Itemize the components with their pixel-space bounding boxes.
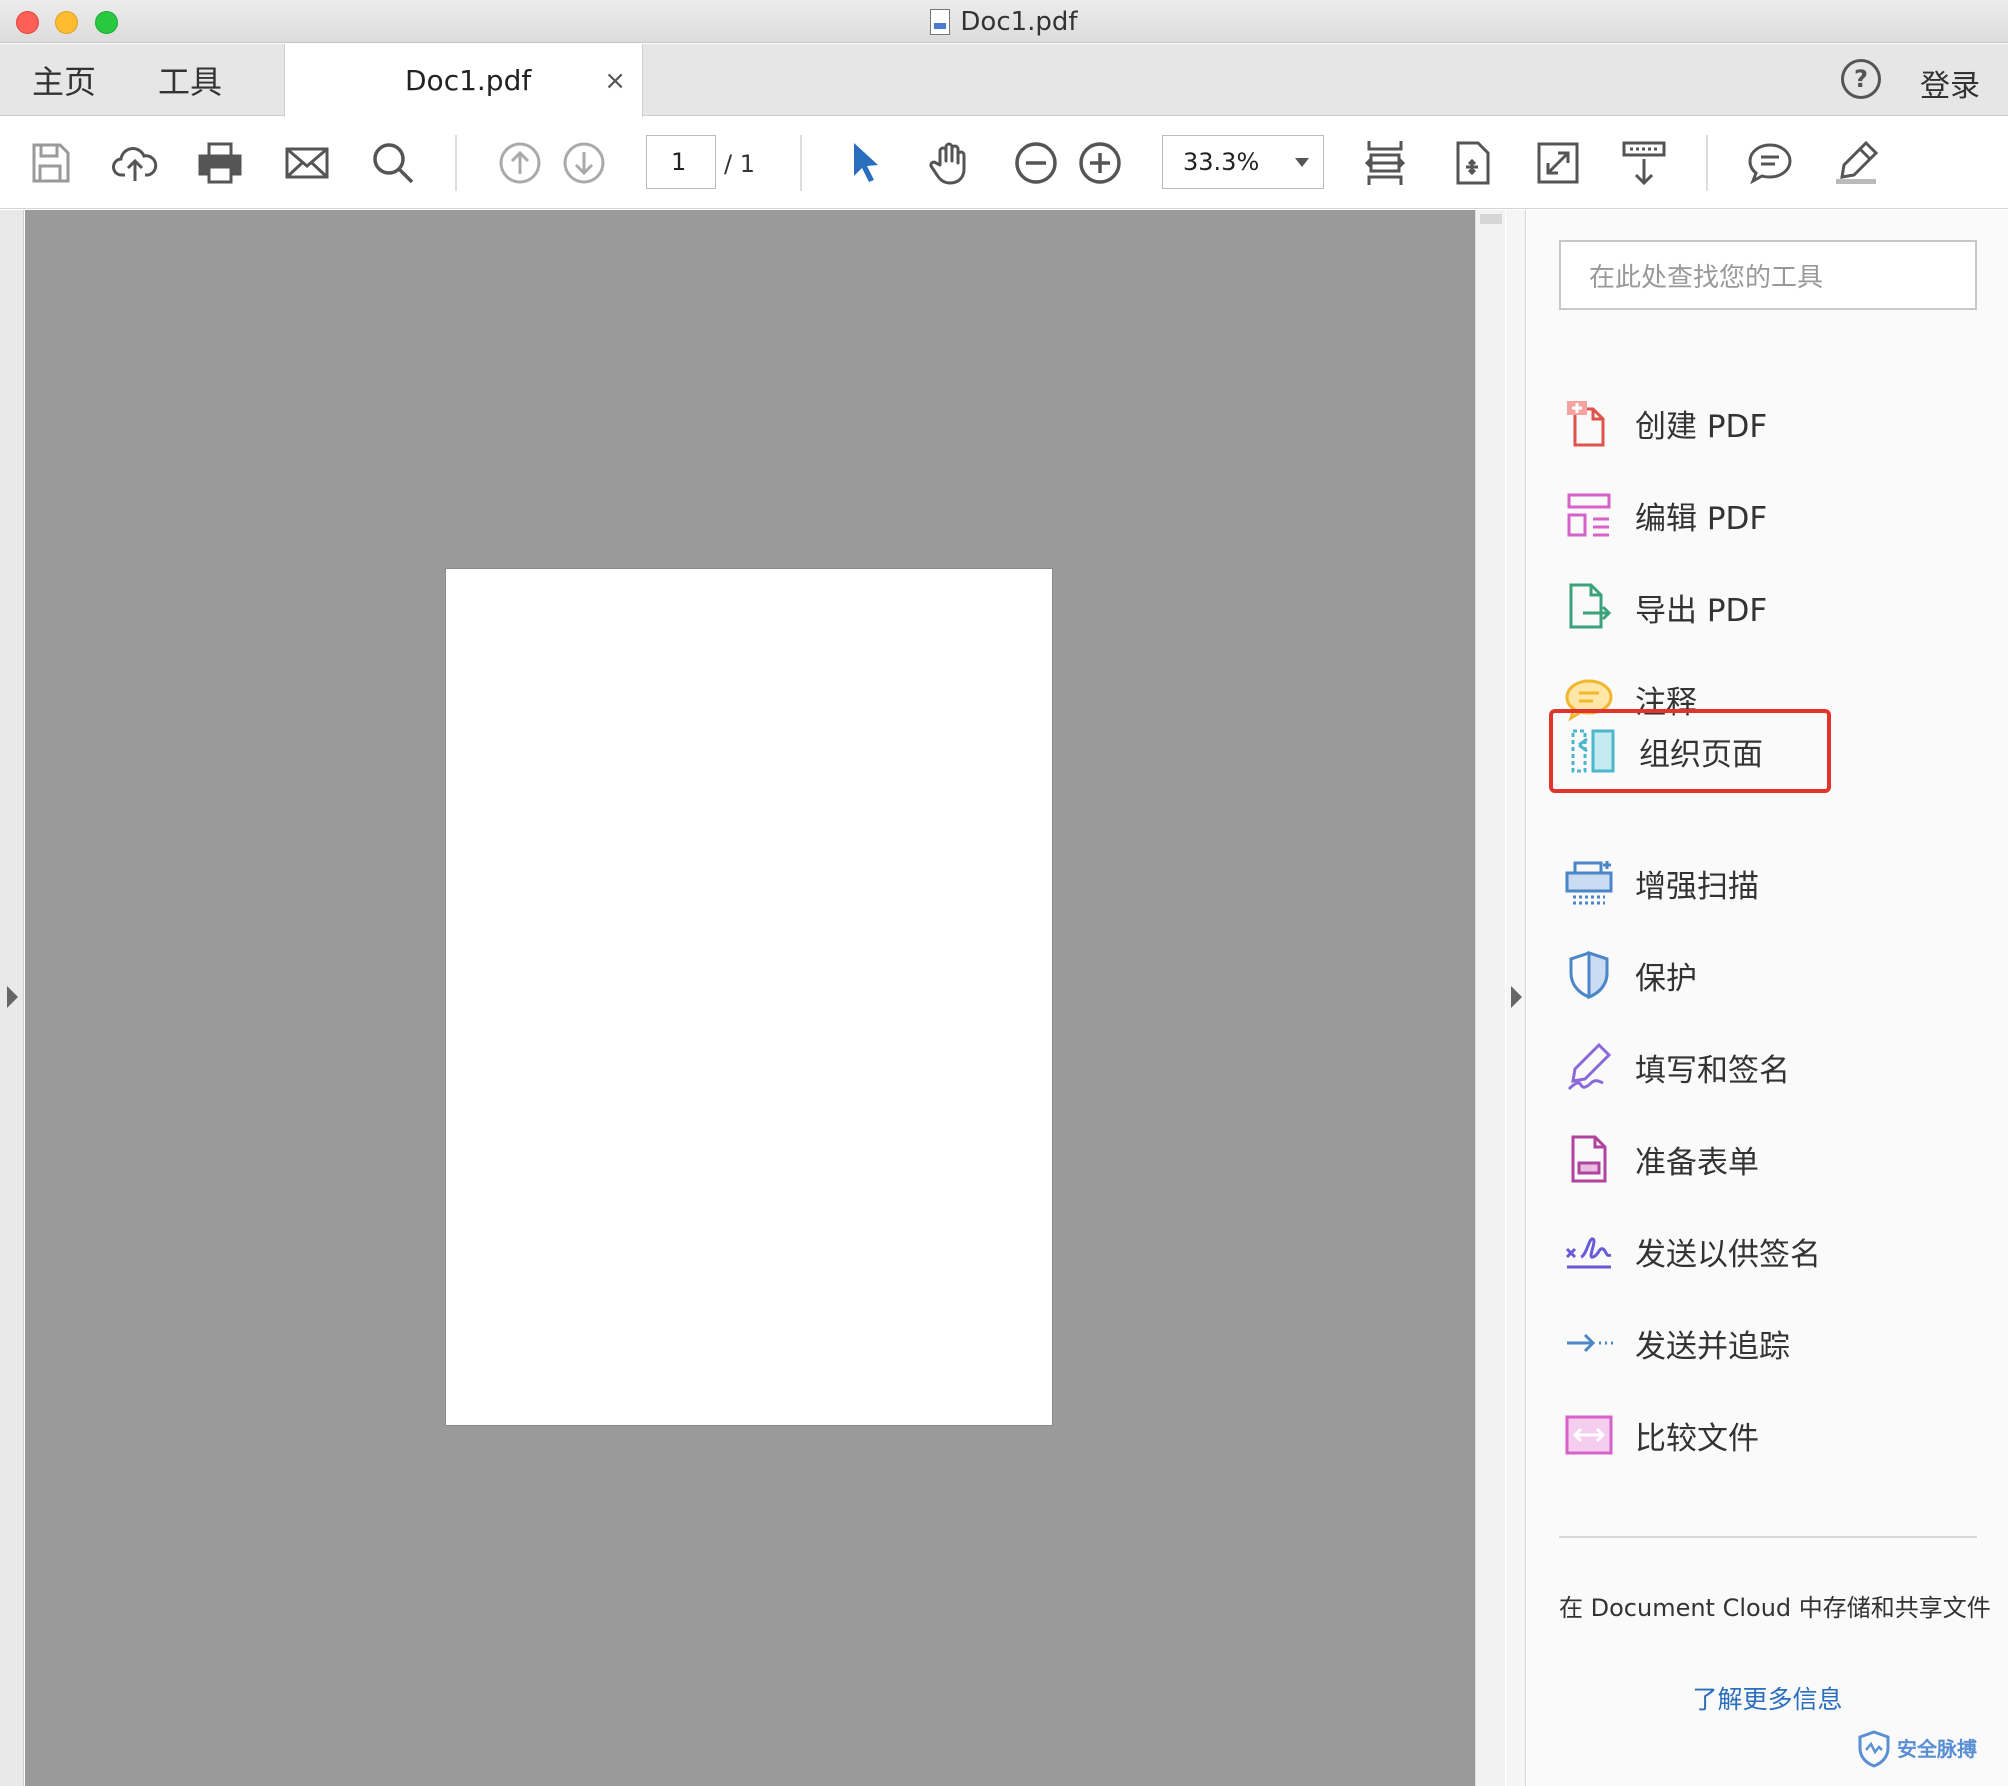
zoom-out-icon[interactable] <box>1012 139 1060 187</box>
tool-label: 组织页面 <box>1639 736 1763 773</box>
login-button[interactable]: 登录 <box>1920 61 1980 105</box>
zoom-level-select[interactable]: 33.3% <box>1162 135 1324 189</box>
page-total: / 1 <box>724 150 755 178</box>
tool-search-input[interactable]: 在此处查找您的工具 <box>1559 240 1977 310</box>
toolbar-separator <box>800 135 802 191</box>
pane-divider <box>1559 1536 1977 1538</box>
tool-label: 发送并追踪 <box>1635 1328 1790 1365</box>
highlight-pen-icon[interactable] <box>1832 139 1880 187</box>
tool-label: 发送以供签名 <box>1635 1236 1821 1273</box>
page-up-icon[interactable] <box>496 139 544 187</box>
create-pdf-icon <box>1563 397 1615 449</box>
toolbar: / 1 33.3% <box>0 117 2008 209</box>
cloud-promo-text: 在 Document Cloud 中存储和共享文件 <box>1559 1594 1991 1622</box>
right-panel-toggle[interactable] <box>1506 210 1526 1786</box>
vertical-scrollbar[interactable] <box>1475 210 1505 1786</box>
document-file-icon <box>930 8 951 35</box>
tool-label: 增强扫描 <box>1635 868 1759 905</box>
search-icon[interactable] <box>369 139 417 187</box>
scrollbar-thumb[interactable] <box>1480 214 1502 224</box>
help-icon[interactable]: ? <box>1841 59 1881 99</box>
enhance-scan-icon <box>1563 857 1615 909</box>
chevron-down-icon <box>1295 158 1309 167</box>
left-panel-toggle[interactable] <box>0 210 24 1786</box>
hand-icon[interactable] <box>926 139 974 187</box>
tool-fill-sign[interactable]: 填写和签名 <box>1549 1027 1831 1107</box>
window-title: Doc1.pdf <box>0 0 2008 43</box>
document-viewport[interactable] <box>25 210 1475 1786</box>
tab-home[interactable]: 主页 <box>32 44 96 116</box>
tool-export-pdf[interactable]: 导出 PDF <box>1549 567 1831 647</box>
zoom-level-value: 33.3% <box>1183 148 1260 176</box>
save-icon[interactable] <box>26 139 74 187</box>
watermark: 安全脉搏 <box>1857 1730 1977 1768</box>
email-icon[interactable] <box>283 139 331 187</box>
tool-create-pdf[interactable]: 创建 PDF <box>1549 383 1831 463</box>
tool-label: 填写和签名 <box>1635 1052 1790 1089</box>
tool-label: 创建 PDF <box>1635 408 1768 445</box>
scroll-mode-icon[interactable] <box>1620 139 1668 187</box>
tool-send-signature[interactable]: 发送以供签名 <box>1549 1211 1831 1291</box>
tool-enhance-scan[interactable]: 增强扫描 <box>1549 843 1831 923</box>
tool-label: 准备表单 <box>1635 1144 1759 1181</box>
tool-label: 比较文件 <box>1635 1420 1759 1457</box>
toolbar-separator <box>455 135 457 191</box>
tab-close-icon[interactable]: × <box>604 66 626 96</box>
tab-document[interactable]: Doc1.pdf × <box>284 44 643 117</box>
page-number-input[interactable] <box>646 135 716 189</box>
fullscreen-icon[interactable] <box>1534 139 1582 187</box>
edit-pdf-icon <box>1563 489 1615 541</box>
tab-tools[interactable]: 工具 <box>158 44 222 116</box>
tool-label: 编辑 PDF <box>1635 500 1768 537</box>
watermark-shield-icon <box>1858 1730 1890 1768</box>
tool-organize-pages[interactable]: 组织页面 <box>1549 709 1831 793</box>
toolbar-separator <box>1706 135 1708 191</box>
print-icon[interactable] <box>196 139 244 187</box>
tool-label: 导出 PDF <box>1635 592 1768 629</box>
tools-pane: 在此处查找您的工具 创建 PDF 编辑 PDF 导出 PDF 注释 组织页面 增… <box>1527 210 2008 1786</box>
fill-sign-icon <box>1563 1041 1615 1093</box>
tool-label: 保护 <box>1635 960 1697 997</box>
select-arrow-icon[interactable] <box>842 139 890 187</box>
compare-files-icon <box>1563 1409 1615 1461</box>
collapse-right-icon <box>1511 986 1522 1008</box>
window-title-text: Doc1.pdf <box>960 6 1078 37</box>
tab-bar: 主页 工具 Doc1.pdf × ? 登录 <box>0 44 2008 117</box>
tool-send-track[interactable]: 发送并追踪 <box>1549 1303 1831 1383</box>
tool-compare-files[interactable]: 比较文件 <box>1549 1395 1831 1475</box>
pdf-page <box>445 568 1053 1426</box>
upload-cloud-icon[interactable] <box>111 139 159 187</box>
send-track-icon <box>1563 1317 1615 1369</box>
export-pdf-icon <box>1563 581 1615 633</box>
prepare-form-icon <box>1563 1133 1615 1185</box>
fit-page-icon[interactable] <box>1361 139 1409 187</box>
page-down-icon[interactable] <box>560 139 608 187</box>
zoom-in-icon[interactable] <box>1076 139 1124 187</box>
tab-document-label: Doc1.pdf <box>405 64 532 97</box>
organize-pages-icon <box>1567 725 1619 777</box>
protect-shield-icon <box>1563 949 1615 1001</box>
tool-protect[interactable]: 保护 <box>1549 935 1831 1015</box>
rotate-icon[interactable] <box>1448 139 1496 187</box>
send-signature-icon <box>1563 1225 1615 1277</box>
tool-edit-pdf[interactable]: 编辑 PDF <box>1549 475 1831 555</box>
watermark-text: 安全脉搏 <box>1897 1737 1977 1761</box>
tool-prepare-form[interactable]: 准备表单 <box>1549 1119 1831 1199</box>
comment-icon[interactable] <box>1746 139 1794 187</box>
learn-more-link[interactable]: 了解更多信息 <box>1527 1680 2008 1716</box>
title-bar: Doc1.pdf <box>0 0 2008 43</box>
expand-left-icon <box>7 986 18 1008</box>
